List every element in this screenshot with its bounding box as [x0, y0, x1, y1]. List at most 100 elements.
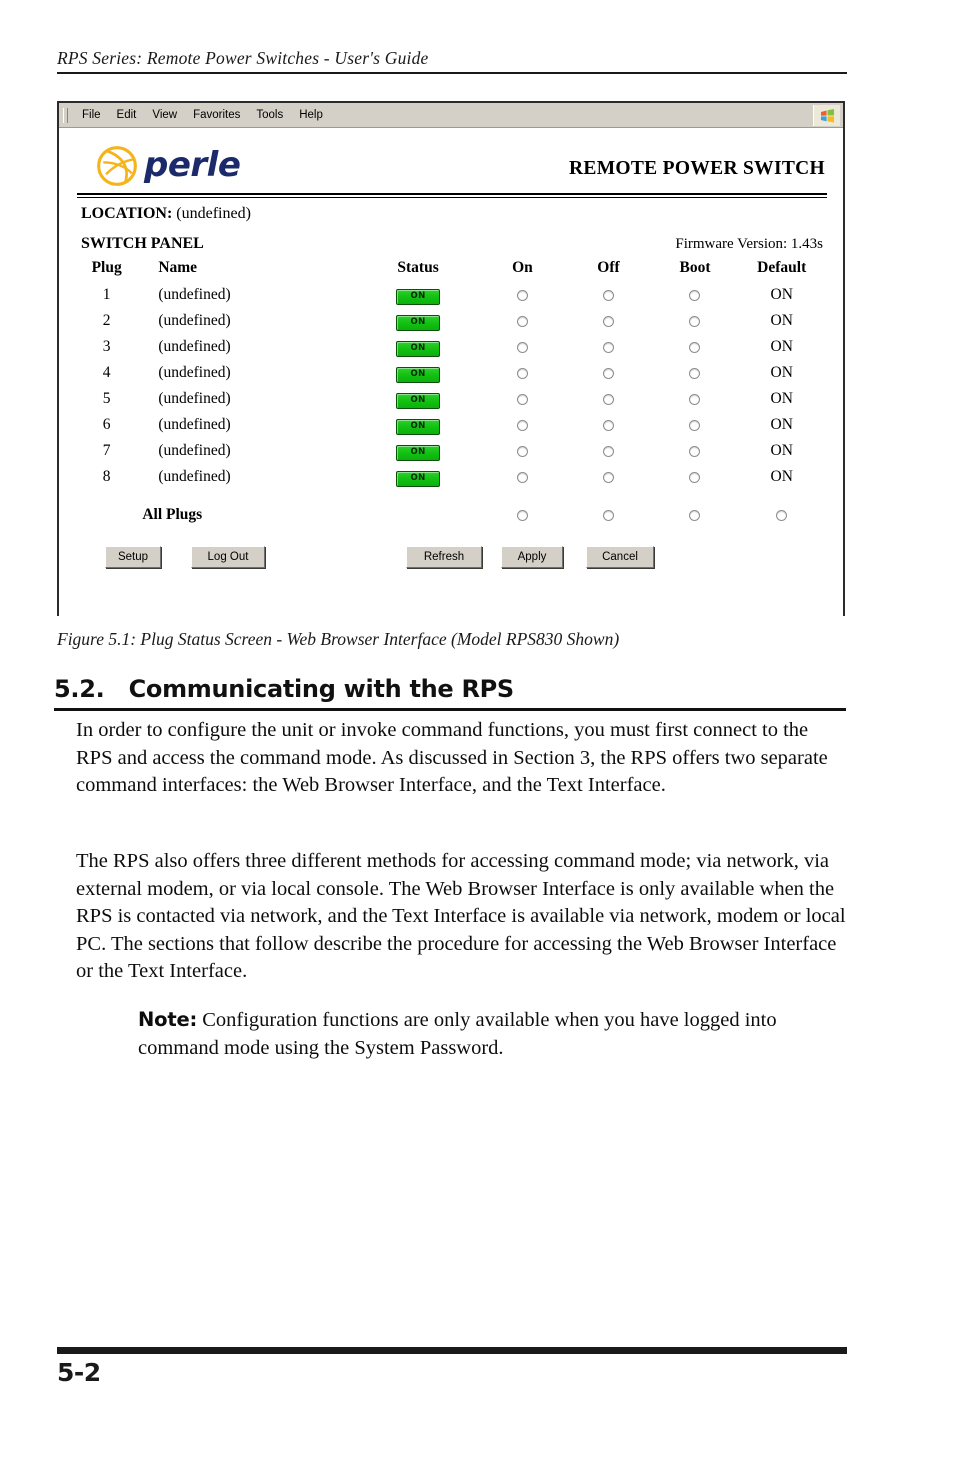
cell-plug-number: 1	[102, 286, 111, 303]
radio-off[interactable]	[603, 471, 614, 483]
status-badge: ON	[396, 393, 441, 409]
cell-plug-name: (undefined)	[158, 468, 231, 485]
table-row: 8 (undefined) ON ON	[77, 464, 825, 490]
cell-all-radio-on[interactable]	[479, 490, 565, 528]
cell-plug-name: (undefined)	[158, 364, 231, 381]
radio-off[interactable]	[603, 315, 614, 327]
radio-on[interactable]	[516, 471, 528, 483]
app-brand-row: perle REMOTE POWER SWITCH	[77, 140, 827, 198]
menu-item-view[interactable]: View	[144, 107, 185, 123]
column-header-boot: Boot	[679, 259, 711, 276]
cancel-button[interactable]: Cancel	[586, 546, 654, 568]
cell-radio-on[interactable]	[479, 308, 565, 334]
cell-radio-off[interactable]	[565, 282, 651, 308]
cell-radio-boot[interactable]	[652, 412, 739, 438]
cell-all-radio-off[interactable]	[565, 490, 651, 528]
menu-item-favorites[interactable]: Favorites	[185, 107, 248, 123]
radio-off[interactable]	[603, 341, 614, 353]
cell-radio-off[interactable]	[565, 360, 651, 386]
cell-radio-on[interactable]	[479, 464, 565, 490]
cell-radio-on[interactable]	[479, 282, 565, 308]
apply-button[interactable]: Apply	[501, 546, 563, 568]
all-plugs-label: All Plugs	[142, 506, 203, 523]
cell-radio-boot[interactable]	[652, 464, 739, 490]
radio-boot[interactable]	[689, 315, 701, 327]
radio-boot[interactable]	[689, 445, 701, 457]
menu-item-tools[interactable]: Tools	[248, 107, 291, 123]
radio-all-default[interactable]	[776, 509, 788, 521]
radio-boot[interactable]	[689, 471, 701, 483]
cell-radio-boot[interactable]	[652, 360, 739, 386]
radio-on[interactable]	[516, 393, 528, 405]
windows-logo-button[interactable]	[813, 105, 840, 126]
perle-logo: perle	[95, 144, 241, 188]
cell-plug-status: ON	[357, 464, 480, 490]
cell-plug-number: 6	[102, 416, 111, 433]
logout-button[interactable]: Log Out	[191, 546, 265, 568]
radio-on[interactable]	[516, 445, 528, 457]
cell-all-radio-boot[interactable]	[652, 490, 739, 528]
menu-item-help[interactable]: Help	[291, 107, 331, 123]
cell-plug-status: ON	[357, 282, 480, 308]
menu-grip-handle[interactable]	[63, 107, 68, 123]
radio-on[interactable]	[516, 419, 528, 431]
panel-title-row: SWITCH PANEL Firmware Version: 1.43s	[81, 235, 823, 253]
radio-all-off[interactable]	[603, 509, 614, 521]
radio-boot[interactable]	[689, 367, 701, 379]
radio-boot[interactable]	[689, 341, 701, 353]
cell-radio-off[interactable]	[565, 412, 651, 438]
footer-rule	[57, 1347, 847, 1354]
note-label: Note:	[138, 1008, 198, 1031]
cell-all-radio-default[interactable]	[738, 490, 825, 528]
cell-radio-boot[interactable]	[652, 334, 739, 360]
browser-menu-bar: File Edit View Favorites Tools Help	[59, 103, 843, 128]
cell-plug-default: ON	[770, 390, 793, 407]
radio-off[interactable]	[603, 445, 614, 457]
menu-item-file[interactable]: File	[74, 107, 109, 123]
status-badge: ON	[396, 367, 441, 383]
column-header-default: Default	[757, 259, 807, 276]
cell-radio-on[interactable]	[479, 438, 565, 464]
radio-on[interactable]	[516, 341, 528, 353]
cell-radio-on[interactable]	[479, 360, 565, 386]
cell-radio-boot[interactable]	[652, 438, 739, 464]
radio-boot[interactable]	[689, 419, 701, 431]
radio-on[interactable]	[516, 315, 528, 327]
cell-radio-off[interactable]	[565, 464, 651, 490]
page-running-header: RPS Series: Remote Power Switches - User…	[57, 48, 847, 74]
cell-radio-off[interactable]	[565, 308, 651, 334]
cell-radio-on[interactable]	[479, 386, 565, 412]
radio-on[interactable]	[516, 367, 528, 379]
cell-radio-boot[interactable]	[652, 282, 739, 308]
cell-radio-boot[interactable]	[652, 308, 739, 334]
cell-radio-off[interactable]	[565, 386, 651, 412]
cell-plug-default: ON	[770, 364, 793, 381]
radio-off[interactable]	[603, 393, 614, 405]
cell-plug-status: ON	[357, 386, 480, 412]
radio-all-on[interactable]	[516, 509, 528, 521]
table-header-row: Plug Name Status On Off Boot Default	[77, 257, 825, 282]
cell-radio-off[interactable]	[565, 438, 651, 464]
radio-off[interactable]	[603, 289, 614, 301]
radio-off[interactable]	[603, 419, 614, 431]
menu-item-edit[interactable]: Edit	[109, 107, 145, 123]
cell-radio-off[interactable]	[565, 334, 651, 360]
cell-plug-default: ON	[770, 442, 793, 459]
perle-wordmark: perle	[144, 145, 241, 185]
cell-radio-on[interactable]	[479, 412, 565, 438]
cell-plug-default: ON	[770, 312, 793, 329]
cell-radio-boot[interactable]	[652, 386, 739, 412]
radio-boot[interactable]	[689, 289, 701, 301]
radio-on[interactable]	[516, 289, 528, 301]
refresh-button[interactable]: Refresh	[406, 546, 482, 568]
column-header-name: Name	[158, 259, 198, 276]
status-badge: ON	[396, 315, 441, 331]
radio-all-boot[interactable]	[689, 509, 701, 521]
radio-off[interactable]	[603, 367, 614, 379]
setup-button[interactable]: Setup	[105, 546, 161, 568]
cell-plug-name: (undefined)	[158, 390, 231, 407]
all-plugs-status-spacer	[357, 490, 480, 528]
radio-boot[interactable]	[689, 393, 701, 405]
column-header-on: On	[512, 259, 533, 276]
cell-radio-on[interactable]	[479, 334, 565, 360]
